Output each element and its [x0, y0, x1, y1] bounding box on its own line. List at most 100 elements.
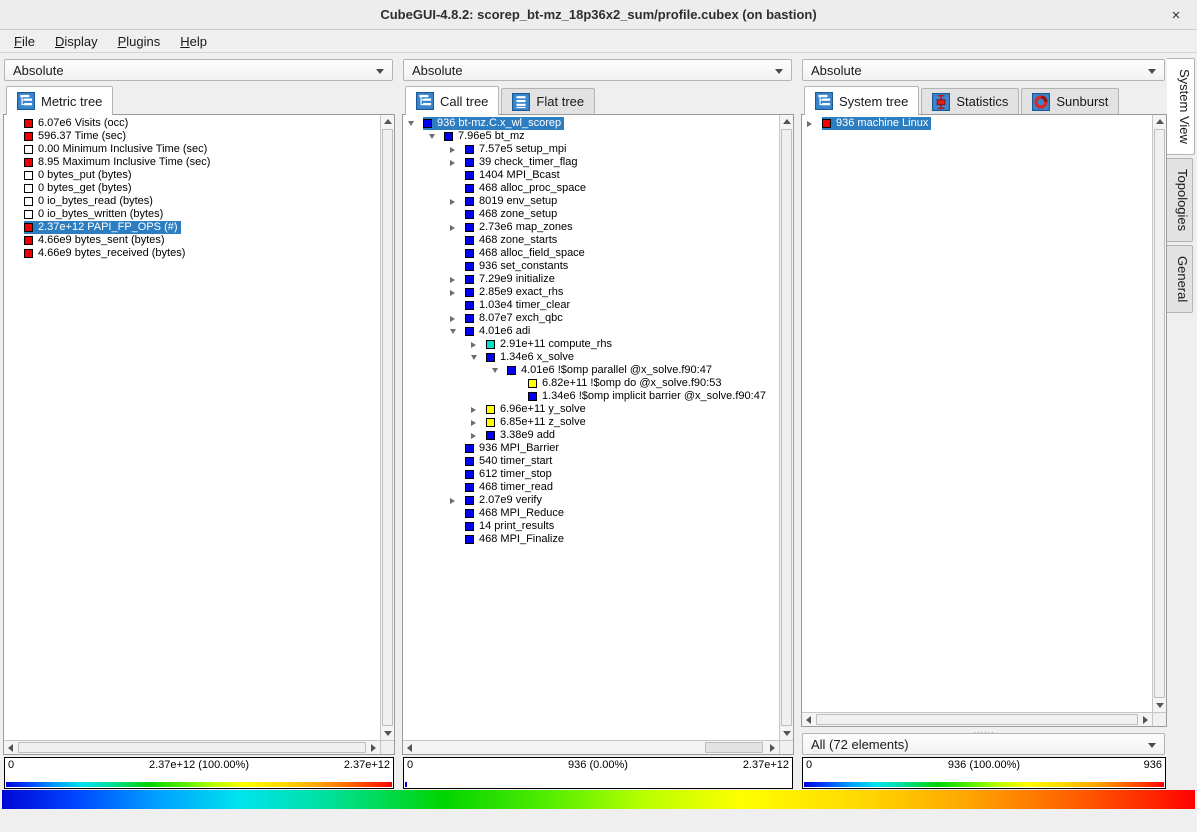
expand-arrow-icon[interactable]	[466, 342, 486, 348]
scroll-down-icon[interactable]	[780, 727, 793, 740]
tree-row[interactable]: 2.91e+11 compute_rhs	[403, 338, 779, 351]
tree-row[interactable]: 6.85e+11 z_solve	[403, 416, 779, 429]
tree-row[interactable]: 1.34e6 !$omp implicit barrier @x_solve.f…	[403, 390, 779, 403]
call-vertical-scrollbar[interactable]	[779, 115, 793, 740]
collapse-arrow-icon[interactable]	[403, 121, 423, 126]
menu-file[interactable]: File	[4, 32, 45, 51]
tree-row[interactable]: 468 alloc_field_space	[403, 247, 779, 260]
scroll-left-icon[interactable]	[4, 741, 17, 754]
tree-row[interactable]: 2.37e+12 PAPI_FP_OPS (#)	[4, 221, 380, 234]
tree-row[interactable]: 3.38e9 add	[403, 429, 779, 442]
tree-row[interactable]: 468 MPI_Finalize	[403, 533, 779, 546]
metric-vertical-scrollbar[interactable]	[380, 115, 394, 740]
tree-row[interactable]: 540 timer_start	[403, 455, 779, 468]
scrollbar-handle[interactable]	[18, 742, 366, 753]
tree-row[interactable]: 1404 MPI_Bcast	[403, 169, 779, 182]
tree-row[interactable]: 0 bytes_put (bytes)	[4, 169, 380, 182]
tab-metric-tree[interactable]: Metric tree	[6, 86, 113, 115]
expand-arrow-icon[interactable]	[445, 290, 465, 296]
tree-row[interactable]: 468 zone_starts	[403, 234, 779, 247]
system-value-mode-combobox[interactable]: Absolute	[802, 59, 1165, 81]
scrollbar-handle[interactable]	[705, 742, 763, 753]
tree-row[interactable]: 596.37 Time (sec)	[4, 130, 380, 143]
expand-arrow-icon[interactable]	[466, 420, 486, 426]
expand-arrow-icon[interactable]	[445, 225, 465, 231]
expand-arrow-icon[interactable]	[445, 277, 465, 283]
tree-row[interactable]: 7.96e5 bt_mz	[403, 130, 779, 143]
collapse-arrow-icon[interactable]	[487, 368, 507, 373]
system-horizontal-scrollbar[interactable]	[802, 712, 1152, 726]
tab-call-tree[interactable]: Call tree	[405, 86, 499, 115]
menu-display[interactable]: Display	[45, 32, 108, 51]
tree-row[interactable]: 6.82e+11 !$omp do @x_solve.f90:53	[403, 377, 779, 390]
tree-row[interactable]: 2.73e6 map_zones	[403, 221, 779, 234]
vtab-general[interactable]: General	[1167, 245, 1193, 313]
tree-row[interactable]: 0 io_bytes_written (bytes)	[4, 208, 380, 221]
tree-row[interactable]: 8.95 Maximum Inclusive Time (sec)	[4, 156, 380, 169]
tree-row[interactable]: 1.03e4 timer_clear	[403, 299, 779, 312]
collapse-arrow-icon[interactable]	[445, 329, 465, 334]
tree-row[interactable]: 468 alloc_proc_space	[403, 182, 779, 195]
tree-row[interactable]: 4.01e6 adi	[403, 325, 779, 338]
tree-row[interactable]: 2.07e9 verify	[403, 494, 779, 507]
scroll-right-icon[interactable]	[367, 741, 380, 754]
vtab-system-view[interactable]: System View	[1167, 58, 1195, 155]
scrollbar-handle[interactable]	[781, 129, 792, 726]
call-horizontal-scrollbar[interactable]	[403, 740, 779, 754]
expand-arrow-icon[interactable]	[466, 433, 486, 439]
scrollbar-handle[interactable]	[382, 129, 393, 726]
metric-horizontal-scrollbar[interactable]	[4, 740, 380, 754]
tab-system-tree[interactable]: System tree	[804, 86, 919, 115]
tree-row[interactable]: 7.57e5 setup_mpi	[403, 143, 779, 156]
expand-arrow-icon[interactable]	[466, 407, 486, 413]
close-icon[interactable]: ×	[1165, 4, 1187, 26]
tree-row[interactable]: 1.34e6 x_solve	[403, 351, 779, 364]
scroll-left-icon[interactable]	[403, 741, 416, 754]
tree-row[interactable]: 8.07e7 exch_qbc	[403, 312, 779, 325]
collapse-arrow-icon[interactable]	[424, 134, 444, 139]
scroll-up-icon[interactable]	[381, 115, 394, 128]
tab-flat-tree[interactable]: Flat tree	[501, 88, 595, 114]
scrollbar-handle[interactable]	[816, 714, 1138, 725]
scroll-down-icon[interactable]	[381, 727, 394, 740]
vtab-topologies[interactable]: Topologies	[1167, 158, 1193, 242]
tree-row[interactable]: 4.66e9 bytes_sent (bytes)	[4, 234, 380, 247]
tree-row[interactable]: 6.07e6 Visits (occ)	[4, 117, 380, 130]
menu-help[interactable]: Help	[170, 32, 217, 51]
scroll-left-icon[interactable]	[802, 713, 815, 726]
tree-row[interactable]: 39 check_timer_flag	[403, 156, 779, 169]
expand-arrow-icon[interactable]	[445, 147, 465, 153]
tree-row[interactable]: 0 io_bytes_read (bytes)	[4, 195, 380, 208]
tree-row[interactable]: 468 timer_read	[403, 481, 779, 494]
tree-row[interactable]: 936 MPI_Barrier	[403, 442, 779, 455]
expand-arrow-icon[interactable]	[445, 160, 465, 166]
scroll-up-icon[interactable]	[1153, 115, 1166, 128]
scroll-up-icon[interactable]	[780, 115, 793, 128]
system-filter-combobox[interactable]: All (72 elements)	[802, 733, 1165, 755]
scrollbar-handle[interactable]	[1154, 129, 1165, 698]
expand-arrow-icon[interactable]	[802, 121, 822, 127]
menu-plugins[interactable]: Plugins	[108, 32, 171, 51]
tree-row[interactable]: 936 machine Linux	[802, 117, 1152, 130]
tree-row[interactable]: 0.00 Minimum Inclusive Time (sec)	[4, 143, 380, 156]
tree-row[interactable]: 612 timer_stop	[403, 468, 779, 481]
tree-row[interactable]: 2.85e9 exact_rhs	[403, 286, 779, 299]
tree-row[interactable]: 7.29e9 initialize	[403, 273, 779, 286]
tab-statistics[interactable]: Statistics	[921, 88, 1019, 114]
tree-row[interactable]: 8019 env_setup	[403, 195, 779, 208]
tree-row[interactable]: 4.01e6 !$omp parallel @x_solve.f90:47	[403, 364, 779, 377]
system-vertical-scrollbar[interactable]	[1152, 115, 1166, 712]
collapse-arrow-icon[interactable]	[466, 355, 486, 360]
call-value-mode-combobox[interactable]: Absolute	[403, 59, 792, 81]
tree-row[interactable]: 4.66e9 bytes_received (bytes)	[4, 247, 380, 260]
expand-arrow-icon[interactable]	[445, 498, 465, 504]
tree-row[interactable]: 14 print_results	[403, 520, 779, 533]
scroll-right-icon[interactable]	[766, 741, 779, 754]
tree-row[interactable]: 468 MPI_Reduce	[403, 507, 779, 520]
expand-arrow-icon[interactable]	[445, 316, 465, 322]
metric-value-mode-combobox[interactable]: Absolute	[4, 59, 393, 81]
scroll-right-icon[interactable]	[1139, 713, 1152, 726]
tab-sunburst[interactable]: Sunburst	[1021, 88, 1119, 114]
tree-row[interactable]: 6.96e+11 y_solve	[403, 403, 779, 416]
expand-arrow-icon[interactable]	[445, 199, 465, 205]
